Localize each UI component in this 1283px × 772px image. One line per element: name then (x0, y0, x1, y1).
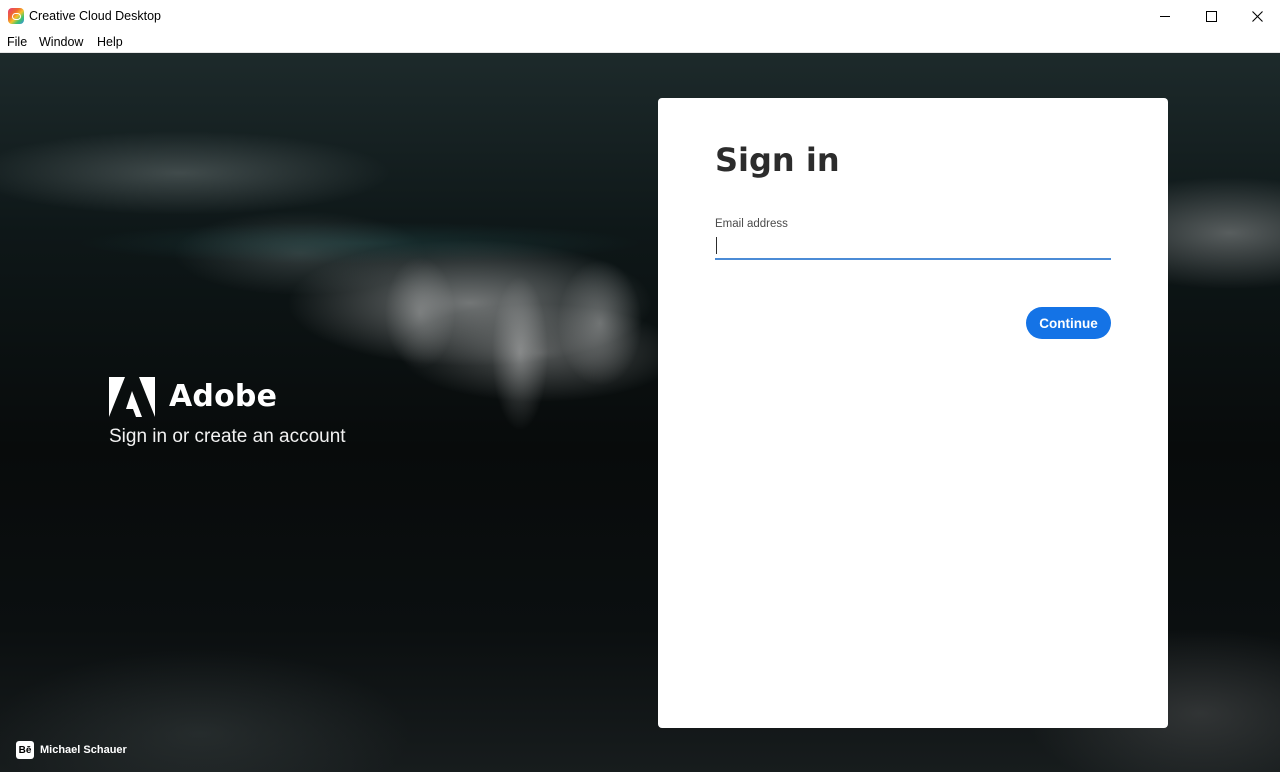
email-field[interactable] (715, 234, 1111, 260)
maximize-button[interactable] (1188, 0, 1234, 32)
creative-cloud-icon (8, 8, 24, 24)
window-title: Creative Cloud Desktop (29, 9, 162, 23)
menu-bar: File Window Help (0, 32, 1283, 53)
signin-card: Sign in Email address Continue (658, 98, 1168, 728)
adobe-wordmark: Adobe (169, 379, 278, 414)
text-caret (716, 237, 717, 254)
minimize-button[interactable] (1142, 0, 1188, 32)
close-icon (1251, 10, 1263, 22)
continue-button[interactable]: Continue (1026, 307, 1111, 339)
photo-credit[interactable]: Bē Michael Schauer (16, 741, 127, 759)
menu-window[interactable]: Window (39, 35, 83, 49)
menu-help[interactable]: Help (97, 35, 123, 49)
minimize-icon (1160, 15, 1170, 17)
close-button[interactable] (1234, 0, 1280, 32)
email-label: Email address (715, 218, 788, 230)
page-title: Sign in (715, 141, 840, 179)
brand-subtitle: Sign in or create an account (109, 426, 346, 447)
adobe-logo-icon (109, 377, 155, 417)
behance-icon: Bē (16, 741, 34, 759)
maximize-icon (1205, 10, 1217, 22)
menu-file[interactable]: File (7, 35, 27, 49)
title-bar: Creative Cloud Desktop (0, 0, 1283, 32)
credit-name: Michael Schauer (40, 744, 127, 756)
